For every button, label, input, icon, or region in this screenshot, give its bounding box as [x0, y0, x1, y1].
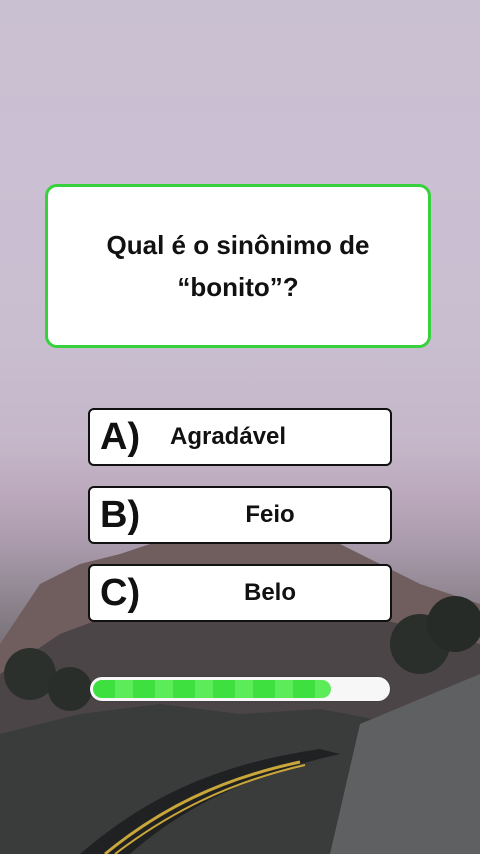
answer-option-c[interactable]: C) Belo — [88, 564, 392, 622]
option-text: Agradável — [170, 423, 287, 450]
option-text: Belo — [243, 579, 296, 606]
answer-option-b[interactable]: B) Feio — [88, 486, 392, 544]
answer-option-a[interactable]: A) Agradável — [88, 408, 392, 466]
option-text: Feio — [245, 501, 295, 528]
option-letter: A) — [100, 416, 141, 458]
question-line-1: Qual é o sinônimo de — [106, 230, 370, 260]
timer-progress-bar — [90, 677, 390, 701]
question-text: Qual é o sinônimo de “bonito”? — [83, 224, 393, 308]
option-letter: C) — [100, 572, 141, 614]
question-card: Qual é o sinônimo de “bonito”? — [45, 184, 431, 348]
question-line-2: “bonito”? — [177, 272, 299, 302]
timer-progress-fill — [93, 680, 331, 698]
option-letter: B) — [100, 494, 141, 536]
